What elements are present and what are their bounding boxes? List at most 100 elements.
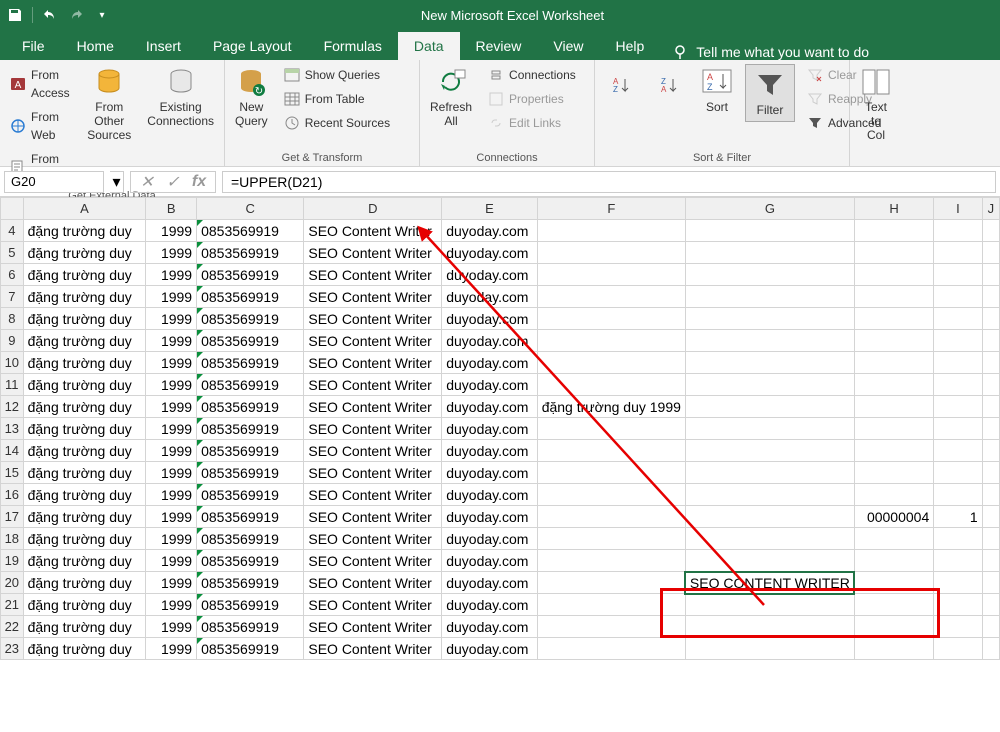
cell[interactable] xyxy=(934,330,982,352)
cell[interactable]: 0853569919 xyxy=(197,220,304,242)
row-header[interactable]: 7 xyxy=(1,286,24,308)
cell[interactable]: SEO Content Writer xyxy=(304,572,442,594)
cell[interactable] xyxy=(854,594,933,616)
cell[interactable] xyxy=(537,352,685,374)
fx-icon[interactable]: fx xyxy=(191,174,207,190)
cell[interactable]: duyoday.com xyxy=(442,462,537,484)
cell[interactable] xyxy=(854,242,933,264)
cell[interactable]: 1999 xyxy=(146,352,197,374)
cell[interactable] xyxy=(934,616,982,638)
cell[interactable]: 1999 xyxy=(146,440,197,462)
cell[interactable] xyxy=(685,616,854,638)
cell[interactable]: duyoday.com xyxy=(442,418,537,440)
cell[interactable] xyxy=(934,440,982,462)
cell[interactable]: 0853569919 xyxy=(197,462,304,484)
cell[interactable]: SEO Content Writer xyxy=(304,396,442,418)
cell[interactable] xyxy=(854,616,933,638)
text-to-columns-button[interactable]: Text to Col xyxy=(856,64,896,144)
cell[interactable]: đặng trường duy xyxy=(23,528,146,550)
cell[interactable] xyxy=(982,286,999,308)
cell[interactable]: 1999 xyxy=(146,638,197,660)
cell[interactable] xyxy=(934,264,982,286)
tab-home[interactable]: Home xyxy=(61,32,130,60)
cell[interactable]: duyoday.com xyxy=(442,396,537,418)
cell[interactable]: duyoday.com xyxy=(442,440,537,462)
cell[interactable] xyxy=(934,484,982,506)
cell[interactable] xyxy=(982,572,999,594)
cell[interactable]: đặng trường duy xyxy=(23,616,146,638)
col-header-A[interactable]: A xyxy=(23,198,146,220)
qat-customize-icon[interactable]: ▾ xyxy=(93,6,111,24)
cell[interactable]: SEO Content Writer xyxy=(304,484,442,506)
row-header[interactable]: 22 xyxy=(1,616,24,638)
cell[interactable] xyxy=(854,484,933,506)
row-header[interactable]: 12 xyxy=(1,396,24,418)
from-other-sources-button[interactable]: From Other Sources xyxy=(83,64,135,144)
cell[interactable] xyxy=(982,506,999,528)
cell[interactable] xyxy=(854,462,933,484)
tab-review[interactable]: Review xyxy=(460,32,538,60)
name-box-dropdown[interactable]: ▾ xyxy=(110,171,124,193)
cell[interactable] xyxy=(685,264,854,286)
cell[interactable]: đặng trường duy xyxy=(23,484,146,506)
cell[interactable]: 0853569919 xyxy=(197,638,304,660)
cell[interactable] xyxy=(537,308,685,330)
row-header[interactable]: 18 xyxy=(1,528,24,550)
cell[interactable]: 1999 xyxy=(146,462,197,484)
cell[interactable] xyxy=(854,330,933,352)
cell[interactable] xyxy=(854,374,933,396)
col-header-E[interactable]: E xyxy=(442,198,537,220)
cell[interactable]: đặng trường duy xyxy=(23,462,146,484)
cell[interactable]: 0853569919 xyxy=(197,352,304,374)
cell[interactable]: duyoday.com xyxy=(442,352,537,374)
cell[interactable] xyxy=(934,242,982,264)
undo-icon[interactable] xyxy=(41,6,59,24)
cell[interactable]: 1999 xyxy=(146,418,197,440)
sort-za-button[interactable]: ZA xyxy=(649,64,689,104)
row-header[interactable]: 9 xyxy=(1,330,24,352)
tab-data[interactable]: Data xyxy=(398,32,460,60)
cell[interactable]: 0853569919 xyxy=(197,330,304,352)
cell[interactable] xyxy=(685,550,854,572)
cell[interactable] xyxy=(537,616,685,638)
cell[interactable]: 1999 xyxy=(146,528,197,550)
cell[interactable] xyxy=(982,550,999,572)
formula-bar[interactable]: =UPPER(D21) xyxy=(222,171,996,193)
cell[interactable] xyxy=(537,418,685,440)
cell[interactable] xyxy=(982,242,999,264)
cell[interactable]: 1999 xyxy=(146,330,197,352)
cell[interactable] xyxy=(537,220,685,242)
cell[interactable] xyxy=(854,638,933,660)
cell[interactable]: duyoday.com xyxy=(442,374,537,396)
cell[interactable] xyxy=(854,352,933,374)
tab-view[interactable]: View xyxy=(537,32,599,60)
cell[interactable] xyxy=(537,242,685,264)
cell[interactable] xyxy=(537,550,685,572)
cell[interactable] xyxy=(537,594,685,616)
refresh-all-button[interactable]: Refresh All xyxy=(426,64,476,130)
cell[interactable]: 0853569919 xyxy=(197,418,304,440)
cell[interactable] xyxy=(934,418,982,440)
cell[interactable] xyxy=(854,528,933,550)
cell[interactable]: 1999 xyxy=(146,594,197,616)
row-header[interactable]: 6 xyxy=(1,264,24,286)
cell[interactable] xyxy=(982,462,999,484)
cell[interactable]: đặng trường duy xyxy=(23,638,146,660)
cell[interactable] xyxy=(934,286,982,308)
cell[interactable] xyxy=(685,462,854,484)
recent-sources-button[interactable]: Recent Sources xyxy=(280,112,394,134)
cell[interactable]: 0853569919 xyxy=(197,440,304,462)
cell[interactable]: SEO Content Writer xyxy=(304,440,442,462)
cell[interactable]: đặng trường duy xyxy=(23,352,146,374)
new-query-button[interactable]: ↻ New Query xyxy=(231,64,272,130)
cell[interactable] xyxy=(934,462,982,484)
col-header-F[interactable]: F xyxy=(537,198,685,220)
cell[interactable] xyxy=(685,484,854,506)
redo-icon[interactable] xyxy=(67,6,85,24)
cell[interactable]: duyoday.com xyxy=(442,616,537,638)
cell[interactable]: SEO Content Writer xyxy=(304,220,442,242)
row-header[interactable]: 16 xyxy=(1,484,24,506)
cell[interactable] xyxy=(934,220,982,242)
cell[interactable]: đặng trường duy xyxy=(23,264,146,286)
row-header[interactable]: 11 xyxy=(1,374,24,396)
